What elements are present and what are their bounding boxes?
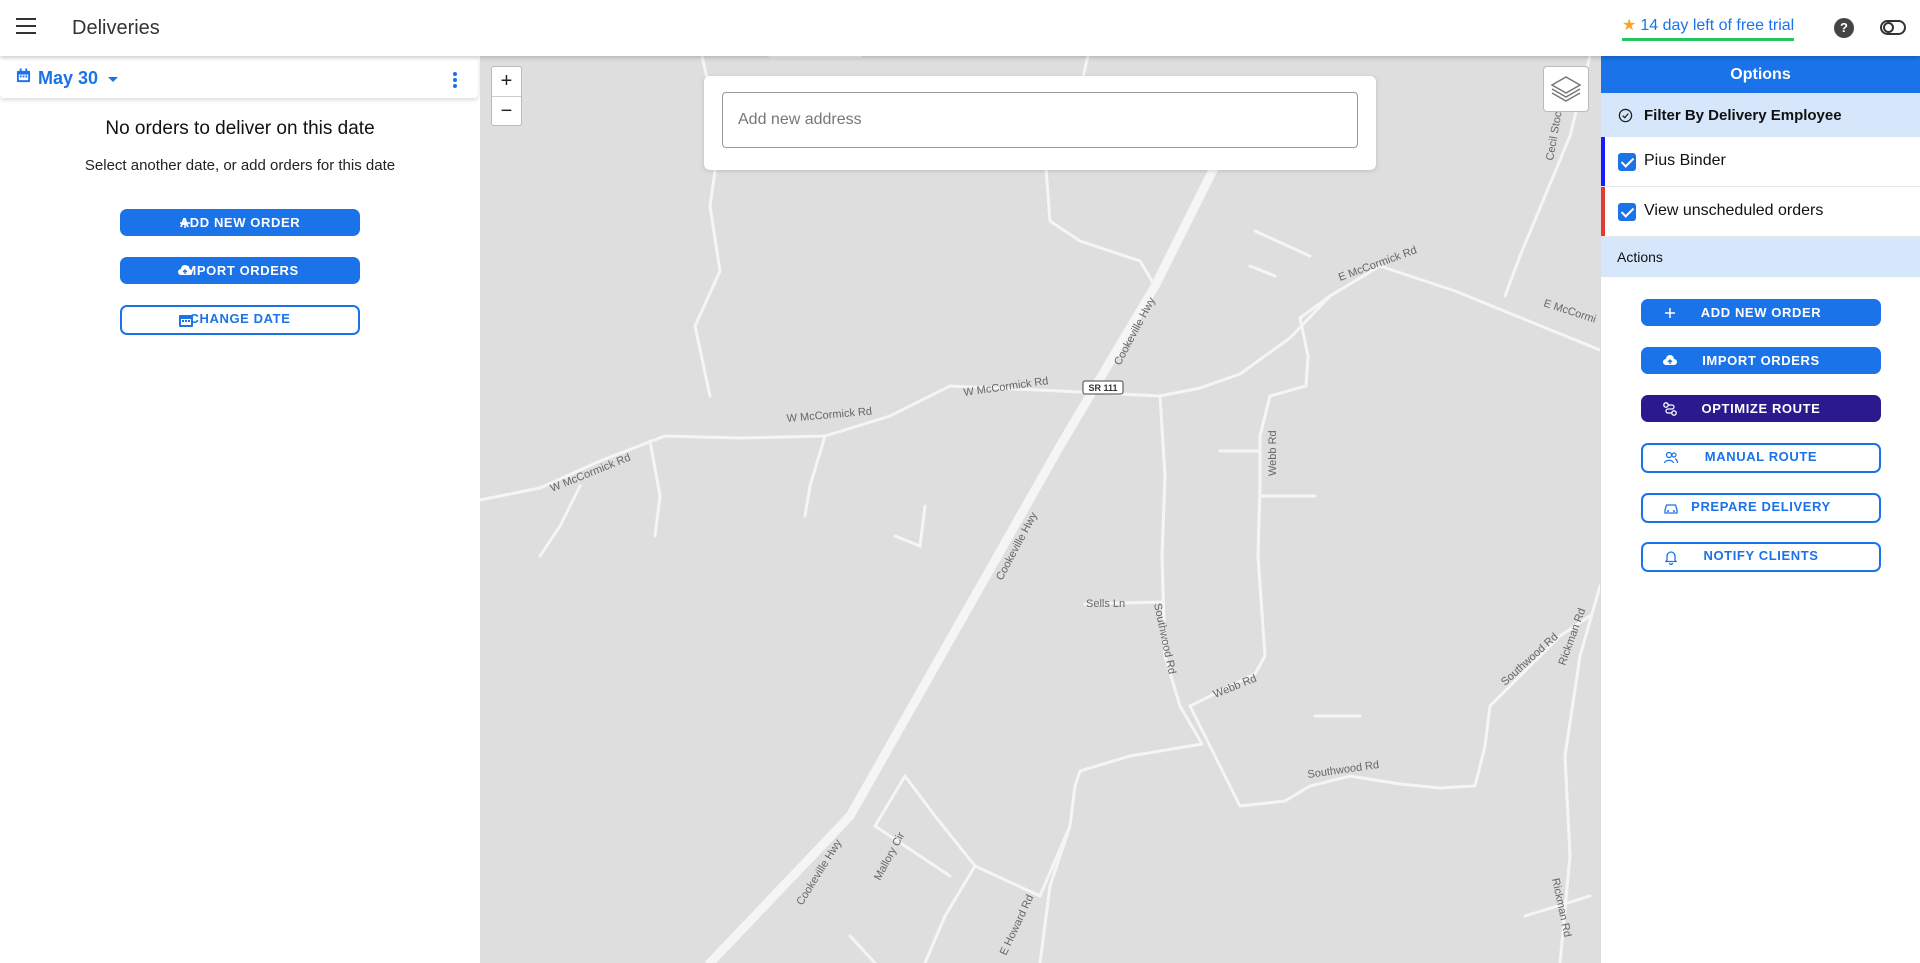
road-label: Southwood Rd — [1151, 602, 1178, 675]
plus-icon — [1665, 308, 1675, 318]
sr111-label: SR 111 — [1088, 383, 1117, 393]
map-view[interactable]: Cookeville Hwy Cookeville Hwy Cookeville… — [480, 56, 1600, 963]
import-orders-label: IMPORT ORDERS — [181, 263, 299, 278]
add-new-order-label: ADD NEW ORDER — [1700, 305, 1822, 320]
options-panel: Options Filter By Delivery Employee Pius… — [1600, 56, 1920, 963]
add-new-order-label: ADD NEW ORDER — [179, 215, 301, 230]
road-label: Webb Rd — [1267, 430, 1279, 476]
zoom-controls: + − — [491, 66, 522, 126]
add-new-order-button[interactable]: ADD NEW ORDER — [120, 209, 360, 236]
toggle-icon[interactable] — [1880, 20, 1906, 35]
date-label[interactable]: May 30 — [38, 68, 98, 89]
more-options-icon[interactable] — [453, 72, 457, 88]
employee-filter-row[interactable]: Pius Binder — [1601, 137, 1920, 187]
empty-state-subtitle: Select another date, or add orders for t… — [84, 157, 396, 174]
calendar-icon[interactable] — [16, 68, 31, 83]
cloud-upload-icon — [178, 265, 192, 275]
hamburger-icon[interactable] — [16, 18, 40, 38]
add-new-order-button[interactable]: ADD NEW ORDER — [1641, 299, 1881, 326]
road-label: Webb Rd — [1212, 673, 1259, 701]
calendar-icon — [179, 315, 193, 327]
empty-state-title: No orders to deliver on this date — [105, 118, 375, 139]
bell-icon — [1664, 551, 1678, 565]
import-orders-button[interactable]: IMPORT ORDERS — [1641, 347, 1881, 374]
plus-icon — [180, 218, 190, 228]
prepare-delivery-label: PREPARE DELIVERY — [1691, 499, 1831, 514]
prepare-delivery-button[interactable]: PREPARE DELIVERY — [1641, 493, 1881, 523]
zoom-in-button[interactable]: + — [492, 67, 521, 96]
unscheduled-color-bar — [1601, 187, 1605, 236]
change-date-label: CHANGE DATE — [189, 311, 291, 326]
unscheduled-label: View unscheduled orders — [1644, 202, 1824, 219]
orders-panel: May 30 No orders to deliver on this date… — [0, 56, 480, 963]
filter-header: Filter By Delivery Employee — [1601, 93, 1920, 137]
unscheduled-checkbox[interactable] — [1618, 203, 1636, 221]
road-label: W McCormick Rd — [963, 375, 1049, 399]
address-search-card — [704, 76, 1376, 170]
road-label: Southwood Rd — [1499, 631, 1561, 688]
star-icon: ★ — [1622, 17, 1637, 34]
chevron-down-icon[interactable] — [108, 77, 118, 82]
notify-clients-label: NOTIFY CLIENTS — [1703, 548, 1819, 563]
page-title: Deliveries — [72, 17, 160, 39]
options-header: Options — [1601, 56, 1920, 93]
road-label: Sells Ln — [1086, 598, 1125, 610]
filter-title: Filter By Delivery Employee — [1644, 107, 1842, 124]
optimize-route-button[interactable]: OPTIMIZE ROUTE — [1641, 395, 1881, 422]
car-icon — [1664, 504, 1678, 514]
address-input[interactable] — [722, 92, 1358, 148]
zoom-out-button[interactable]: − — [492, 96, 521, 125]
check-circle-icon — [1618, 108, 1633, 123]
date-selector-bar: May 30 — [0, 58, 478, 98]
manual-route-button[interactable]: MANUAL ROUTE — [1641, 443, 1881, 473]
free-trial-link[interactable]: ★ 14 day left of free trial — [1622, 15, 1795, 41]
top-bar: Deliveries ★ 14 day left of free trial ? — [0, 0, 1920, 56]
people-icon — [1663, 451, 1679, 464]
import-orders-button[interactable]: IMPORT ORDERS — [120, 257, 360, 284]
optimize-route-label: OPTIMIZE ROUTE — [1701, 401, 1821, 416]
road-label: Cookeville Hwy — [1112, 295, 1158, 367]
sr111-shield: SR 111 — [1082, 380, 1124, 395]
road-label: W McCormick Rd — [549, 452, 633, 495]
map-roads: Cookeville Hwy Cookeville Hwy Cookeville… — [480, 56, 1600, 963]
road-label: E McCormi — [1542, 297, 1597, 325]
free-trial-text: 14 day left of free trial — [1640, 17, 1795, 34]
road-label: W McCormick Rd — [786, 406, 872, 425]
unscheduled-filter-row[interactable]: View unscheduled orders — [1601, 187, 1920, 237]
help-icon[interactable]: ? — [1834, 18, 1854, 38]
road-label: E Howard Rd — [998, 893, 1037, 957]
actions-header: Actions — [1601, 237, 1920, 277]
employee-color-bar — [1601, 137, 1605, 186]
change-date-button[interactable]: CHANGE DATE — [120, 305, 360, 335]
employee-checkbox[interactable] — [1618, 153, 1636, 171]
employee-label: Pius Binder — [1644, 152, 1726, 169]
notify-clients-button[interactable]: NOTIFY CLIENTS — [1641, 542, 1881, 572]
manual-route-label: MANUAL ROUTE — [1704, 449, 1818, 464]
route-icon — [1663, 402, 1677, 416]
import-orders-label: IMPORT ORDERS — [1702, 353, 1820, 368]
layers-icon — [1550, 76, 1582, 102]
cloud-upload-icon — [1663, 355, 1677, 365]
road-label: Mallory Cir — [872, 830, 907, 882]
layers-button[interactable] — [1543, 66, 1589, 112]
road-label: E McCormick Rd — [1337, 244, 1419, 283]
